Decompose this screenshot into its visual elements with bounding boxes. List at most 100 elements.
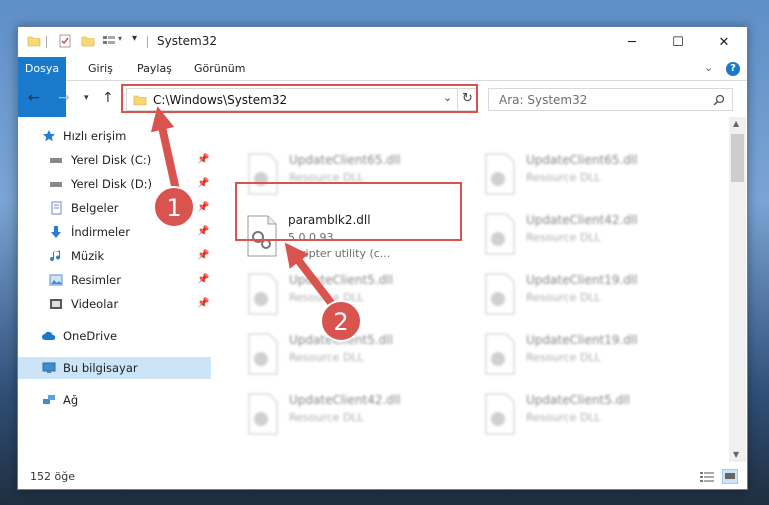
- file-type: Resource DLL: [526, 231, 601, 244]
- dll-file-icon: [248, 393, 278, 435]
- file-tile[interactable]: UpdateClient5.dll Resource DLL: [239, 265, 459, 325]
- dropdown-arrow-icon[interactable]: ▾: [118, 34, 122, 43]
- vertical-scrollbar[interactable]: ▲ ▼: [729, 117, 746, 462]
- expand-ribbon-icon[interactable]: ⌄: [704, 61, 713, 74]
- up-button[interactable]: ↑: [102, 90, 114, 106]
- nav-label: OneDrive: [63, 329, 118, 343]
- file-name: UpdateClient19.dll: [526, 333, 638, 347]
- file-type: Resource DLL: [526, 171, 601, 184]
- nav-label: Yerel Disk (D:): [71, 177, 153, 191]
- file-tile[interactable]: UpdateClient42.dll Resource DLL: [476, 205, 696, 265]
- view-options-icon[interactable]: [102, 34, 116, 48]
- file-type: Resource DLL: [289, 291, 364, 304]
- back-button[interactable]: ←: [28, 90, 40, 106]
- pin-icon[interactable]: 📌: [197, 245, 209, 267]
- nav-item-network[interactable]: Ağ: [18, 389, 211, 411]
- music-icon: [50, 250, 61, 262]
- tab-home[interactable]: Giriş: [82, 57, 119, 81]
- download-icon: [51, 226, 61, 238]
- pictures-icon: [49, 274, 63, 286]
- network-icon: [43, 395, 55, 404]
- forward-button[interactable]: →: [58, 90, 70, 106]
- file-tile[interactable]: UpdateClient5.dll Resource DLL: [476, 385, 696, 445]
- recent-locations-icon[interactable]: ▾: [84, 93, 89, 103]
- cloud-icon: [42, 331, 56, 340]
- nav-item-local-disk-d[interactable]: Yerel Disk (D:) 📌: [18, 173, 211, 195]
- search-input[interactable]: Ara: System32: [488, 88, 733, 111]
- ribbon-tabs: Dosya Giriş Paylaş Görünüm ⌄ ?: [18, 57, 747, 117]
- nav-item-this-pc[interactable]: Bu bilgisayar: [18, 357, 211, 379]
- nav-item-onedrive[interactable]: OneDrive: [18, 325, 211, 347]
- dll-file-icon: [485, 213, 515, 255]
- tab-view[interactable]: Görünüm: [188, 57, 251, 81]
- scrollbar-thumb[interactable]: [731, 134, 744, 182]
- file-name: UpdateClient5.dll: [526, 393, 630, 407]
- pin-icon[interactable]: 📌: [197, 197, 209, 219]
- title-bar: ▾ ▾ System32 ─ ☐ ✕: [18, 27, 747, 57]
- videos-icon: [50, 299, 62, 309]
- window-title: System32: [157, 34, 218, 48]
- dll-file-icon: [485, 393, 515, 435]
- file-highlight: [235, 182, 462, 241]
- tab-share[interactable]: Paylaş: [131, 57, 178, 81]
- file-tile[interactable]: UpdateClient19.dll Resource DLL: [476, 325, 696, 385]
- minimize-button[interactable]: ─: [609, 27, 655, 57]
- file-name: UpdateClient42.dll: [526, 213, 638, 227]
- nav-item-videos[interactable]: Videolar 📌: [18, 293, 211, 315]
- file-type: Resource DLL: [526, 291, 601, 304]
- file-type: Resource DLL: [526, 411, 601, 424]
- folder-icon: [27, 36, 41, 47]
- scroll-down-icon[interactable]: ▼: [733, 450, 739, 459]
- file-tile[interactable]: UpdateClient65.dll Resource DLL: [476, 145, 696, 205]
- scroll-up-icon[interactable]: ▲: [733, 119, 739, 128]
- separator: [147, 36, 148, 48]
- nav-item-documents[interactable]: Belgeler 📌: [18, 197, 211, 219]
- drive-icon: [50, 182, 62, 187]
- nav-item-pictures[interactable]: Resimler 📌: [18, 269, 211, 291]
- search-icon[interactable]: [713, 94, 725, 106]
- nav-item-music[interactable]: Müzik 📌: [18, 245, 211, 267]
- computer-icon: [42, 362, 56, 373]
- close-button[interactable]: ✕: [701, 27, 747, 57]
- pin-icon[interactable]: 📌: [197, 173, 209, 195]
- properties-icon[interactable]: [58, 34, 72, 48]
- pin-icon[interactable]: 📌: [197, 221, 209, 243]
- file-name: UpdateClient42.dll: [289, 393, 401, 407]
- details-view-icon[interactable]: [700, 471, 714, 483]
- customize-toolbar-icon[interactable]: ▾: [132, 33, 137, 44]
- drive-icon: [50, 158, 62, 163]
- help-icon[interactable]: ?: [726, 62, 740, 76]
- dll-file-icon: [248, 273, 278, 315]
- nav-label: Belgeler: [71, 201, 119, 215]
- pin-icon[interactable]: 📌: [197, 293, 209, 315]
- file-tile[interactable]: UpdateClient42.dll Resource DLL: [239, 385, 459, 445]
- pin-icon[interactable]: 📌: [197, 269, 209, 291]
- file-tile[interactable]: UpdateClient5.dll Resource DLL: [239, 325, 459, 385]
- nav-label: Hızlı erişim: [63, 129, 127, 143]
- nav-item-quick-access[interactable]: Hızlı erişim: [18, 125, 211, 147]
- file-type: Resource DLL: [526, 351, 601, 364]
- nav-label: Videolar: [71, 297, 119, 311]
- nav-label: Yerel Disk (C:): [71, 153, 152, 167]
- nav-item-downloads[interactable]: İndirmeler 📌: [18, 221, 211, 243]
- file-type: Resource DLL: [289, 411, 364, 424]
- nav-label: Bu bilgisayar: [63, 361, 138, 375]
- file-tile[interactable]: UpdateClient19.dll Resource DLL: [476, 265, 696, 325]
- large-icons-view-icon[interactable]: [722, 469, 738, 484]
- file-type: Resource DLL: [289, 351, 364, 364]
- item-count: 152 öğe: [30, 470, 75, 483]
- status-bar: 152 öğe: [18, 465, 747, 489]
- file-name: UpdateClient65.dll: [289, 153, 401, 167]
- address-bar-highlight: [121, 84, 478, 113]
- file-name: UpdateClient19.dll: [526, 273, 638, 287]
- file-name: UpdateClient5.dll: [289, 273, 393, 287]
- navigation-pane: Hızlı erişim Yerel Disk (C:) 📌 Yerel Dis…: [18, 117, 213, 462]
- new-folder-icon[interactable]: [81, 34, 95, 48]
- pin-icon[interactable]: 📌: [197, 149, 209, 171]
- nav-item-local-disk-c[interactable]: Yerel Disk (C:) 📌: [18, 149, 211, 171]
- dll-file-icon: [248, 333, 278, 375]
- nav-label: İndirmeler: [71, 225, 130, 239]
- dll-file-icon: [485, 153, 515, 195]
- maximize-button[interactable]: ☐: [655, 27, 701, 57]
- nav-label: Resimler: [71, 273, 121, 287]
